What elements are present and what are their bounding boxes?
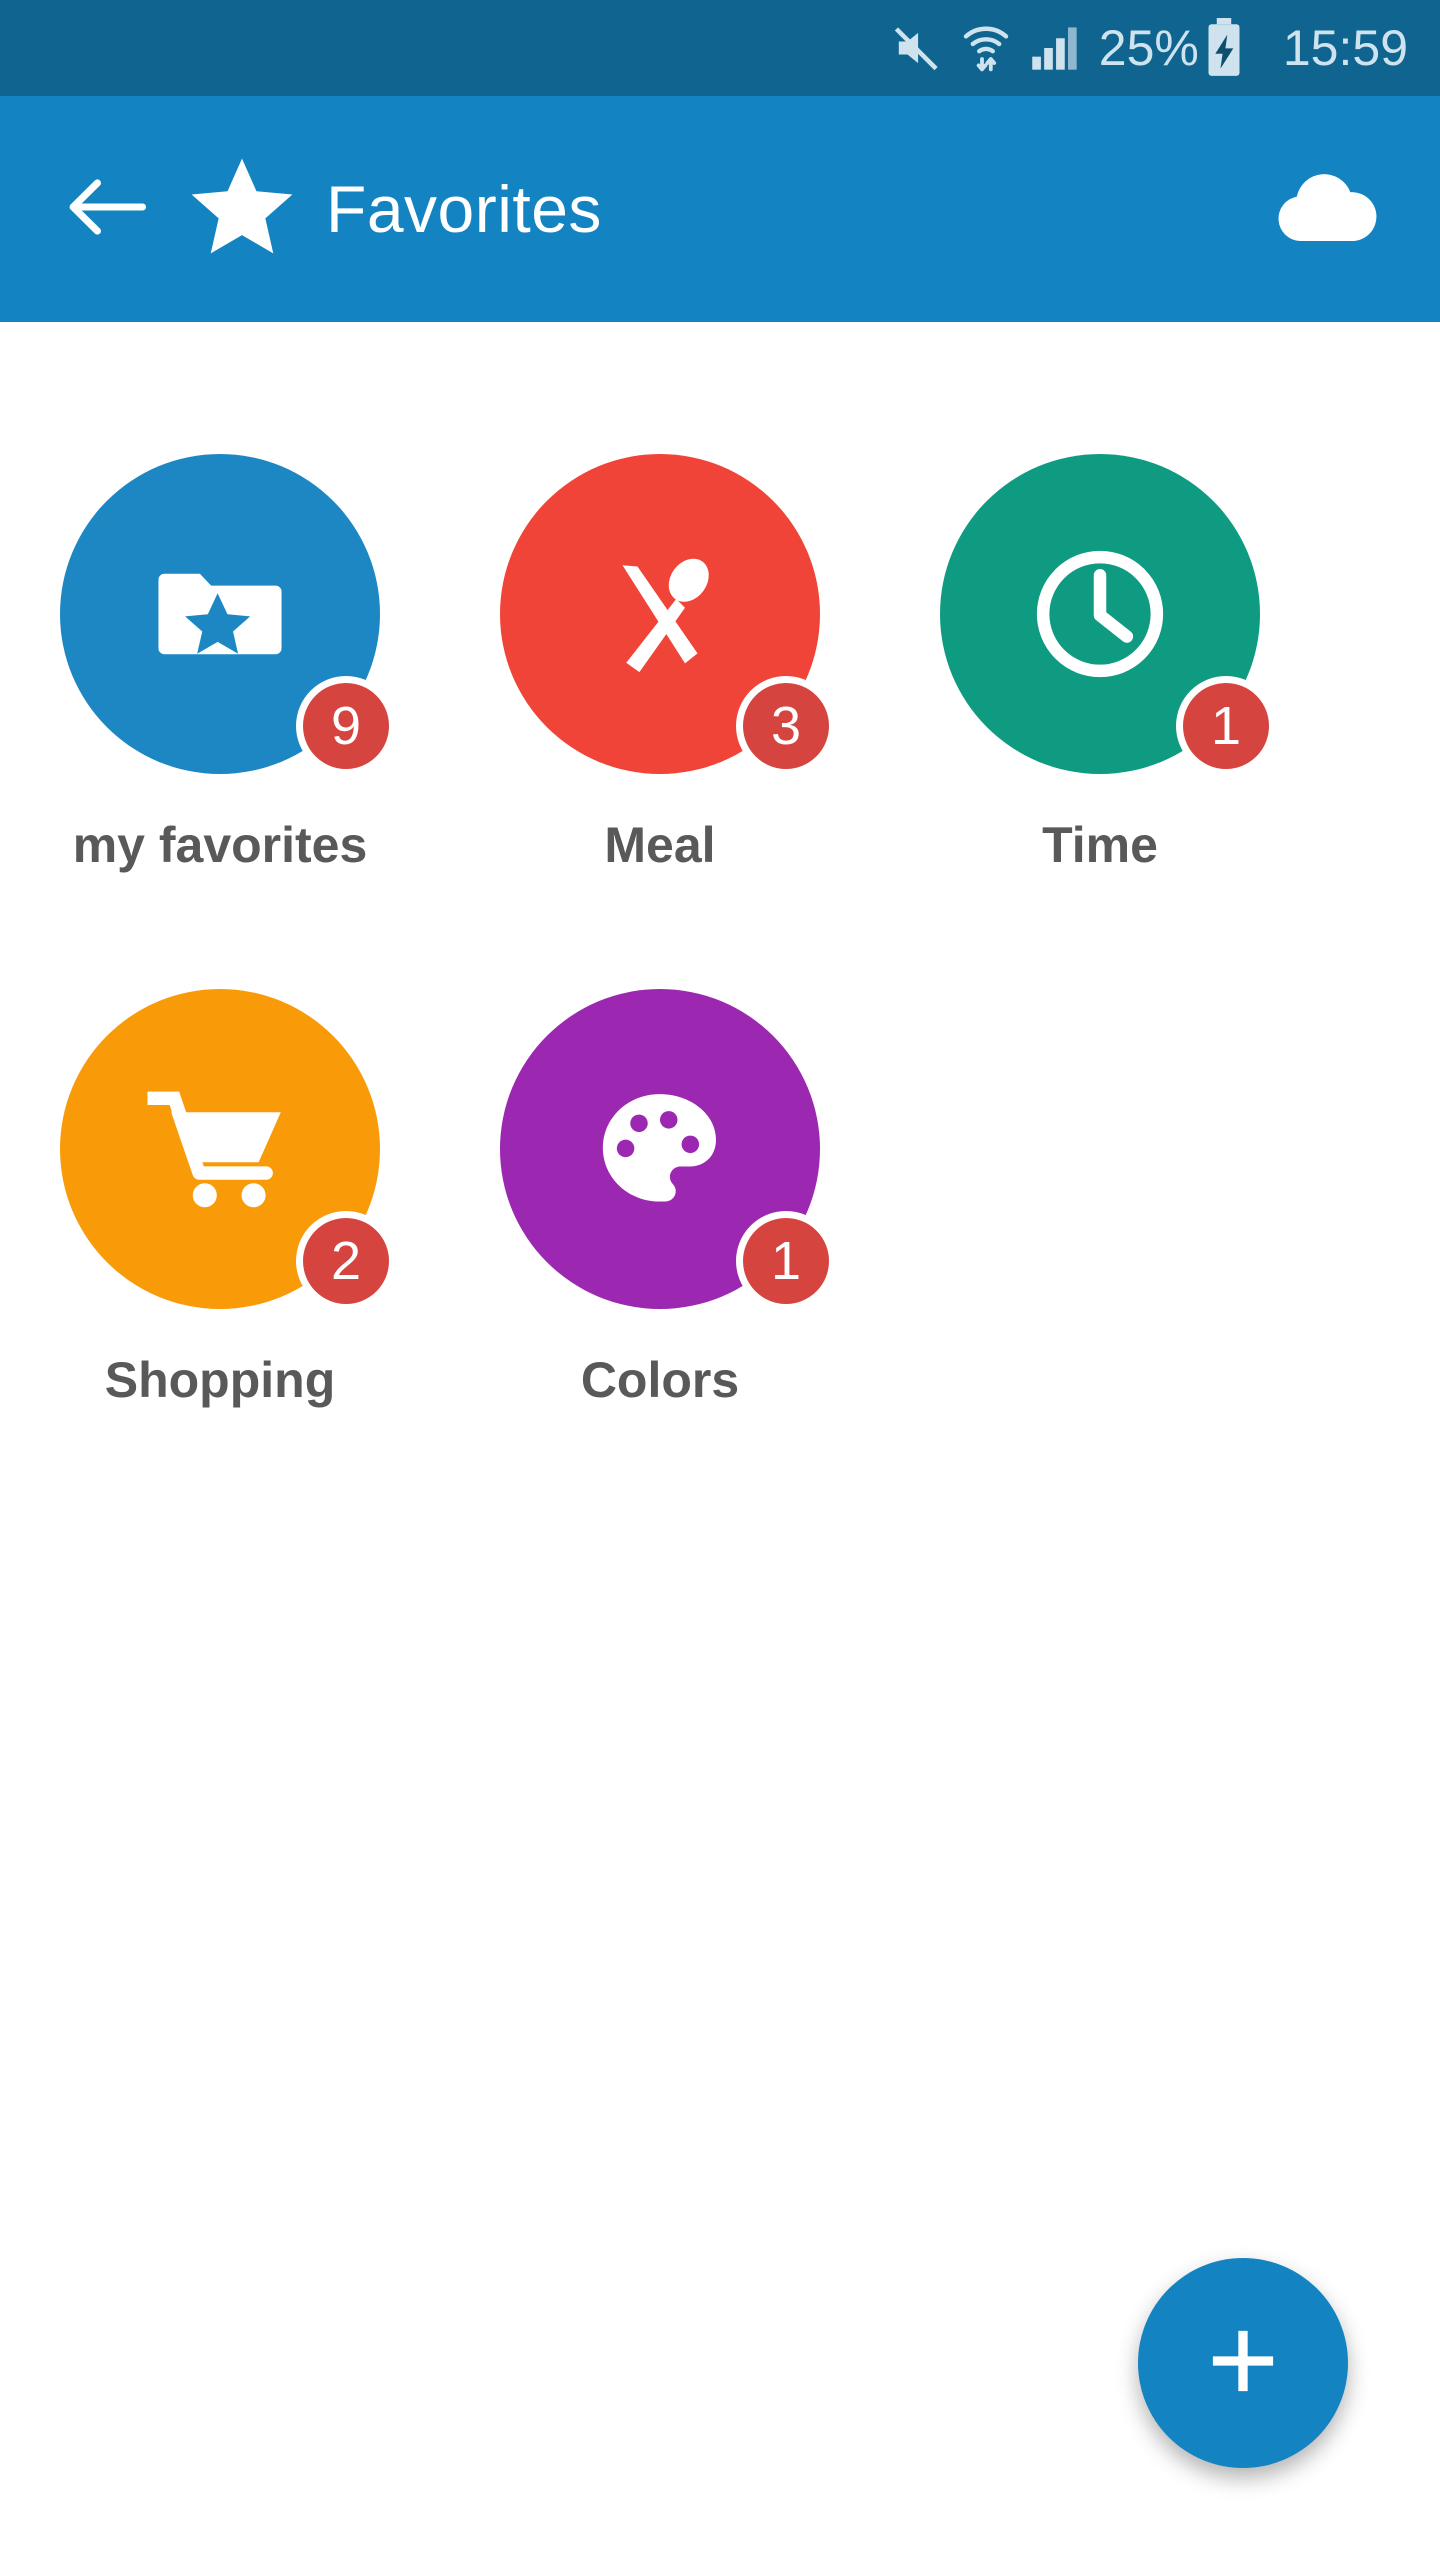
badge-count: 1: [736, 1211, 836, 1311]
grid-item-time[interactable]: 1 Time: [880, 432, 1320, 967]
badge-count: 1: [1176, 676, 1276, 776]
status-bar: 25% 15:59: [0, 0, 1440, 96]
bubble-wrapper: 1: [940, 454, 1276, 776]
grid-item-label: Shopping: [104, 1352, 336, 1408]
star-icon: [182, 149, 302, 269]
grid-item-label: Time: [1042, 817, 1158, 873]
back-button[interactable]: [52, 154, 162, 264]
grid-item-shopping[interactable]: 2 Shopping: [0, 967, 440, 1502]
app-bar: Favorites: [0, 96, 1440, 322]
status-bar-clock: 15:59: [1282, 20, 1408, 76]
cloud-download-icon: [1271, 163, 1377, 256]
grid-item-label: Colors: [580, 1352, 740, 1408]
grid-item-meal[interactable]: 3 Meal: [440, 432, 880, 967]
badge-count: 3: [736, 676, 836, 776]
battery-charging-icon: [1203, 17, 1245, 79]
volume-mute-icon: [891, 22, 943, 74]
cloud-download-button[interactable]: [1264, 149, 1384, 269]
grid-item-label: Meal: [604, 817, 716, 873]
bubble-wrapper: 1: [500, 989, 836, 1311]
cellular-signal-icon: [1029, 23, 1081, 73]
favorites-grid: 9 my favorites 3 Meal 1 Time 2 Shopping …: [0, 432, 1440, 1502]
grid-item-my-favorites[interactable]: 9 my favorites: [0, 432, 440, 967]
wifi-data-transfer-icon: [961, 22, 1011, 74]
badge-count: 2: [296, 1211, 396, 1311]
plus-icon: [1200, 2318, 1286, 2409]
page-title: Favorites: [326, 172, 602, 246]
grid-item-label: my favorites: [72, 817, 368, 873]
add-favorite-fab[interactable]: [1138, 2258, 1348, 2468]
grid-item-colors[interactable]: 1 Colors: [440, 967, 880, 1502]
grid-item-empty: [880, 967, 1320, 1502]
battery-percent-label: 25%: [1098, 20, 1199, 76]
content-area: 9 my favorites 3 Meal 1 Time 2 Shopping …: [0, 322, 1440, 2560]
bubble-wrapper: 3: [500, 454, 836, 776]
bubble-wrapper: 2: [60, 989, 396, 1311]
bubble-wrapper: 9: [60, 454, 396, 776]
arrow-left-icon: [66, 170, 148, 249]
badge-count: 9: [296, 676, 396, 776]
app-root: 25% 15:59 Favorites 9 my favorites 3 Mea…: [0, 0, 1440, 2560]
